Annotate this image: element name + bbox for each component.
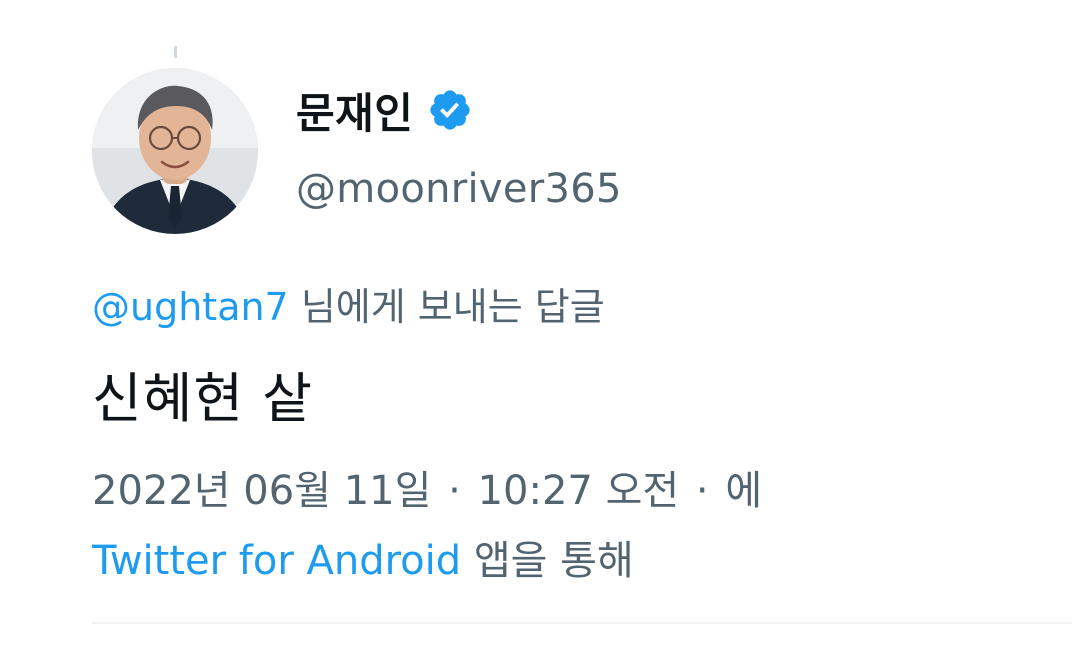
source-link[interactable]: Twitter for Android xyxy=(92,538,461,584)
tweet-timestamp[interactable]: 2022년 06월 11일 · 10:27 오전 · 에 xyxy=(92,458,762,516)
avatar[interactable] xyxy=(92,68,258,234)
meta-separator: · xyxy=(695,468,709,514)
author-header: 문재인 @moonriver365 xyxy=(296,80,622,213)
tweet-text: 신혜현 샅 xyxy=(92,367,313,430)
replying-to: @ughtan7 님에게 보내는 답글 xyxy=(92,276,605,331)
meta-separator: · xyxy=(448,468,461,514)
tweet-date: 2022년 06월 11일 xyxy=(92,468,432,514)
divider xyxy=(92,622,1072,624)
display-name[interactable]: 문재인 xyxy=(296,80,413,141)
tweet-time: 10:27 오전 xyxy=(477,468,680,514)
name-row: 문재인 xyxy=(296,80,622,140)
user-handle[interactable]: @moonriver365 xyxy=(296,166,622,212)
reply-suffix: 님에게 보내는 답글 xyxy=(288,285,605,329)
tweet-detail: 문재인 @moonriver365 @ughtan7 님에게 보내는 답글 신혜… xyxy=(0,0,1080,666)
verified-badge-icon xyxy=(427,87,473,133)
thread-connector xyxy=(174,46,177,58)
via-prefix: 에 xyxy=(725,468,763,514)
tweet-source: Twitter for Android 앱을 통해 xyxy=(92,528,634,586)
source-suffix: 앱을 통해 xyxy=(461,538,634,584)
reply-mention-link[interactable]: @ughtan7 xyxy=(92,285,289,329)
profile-photo-icon xyxy=(92,68,258,234)
